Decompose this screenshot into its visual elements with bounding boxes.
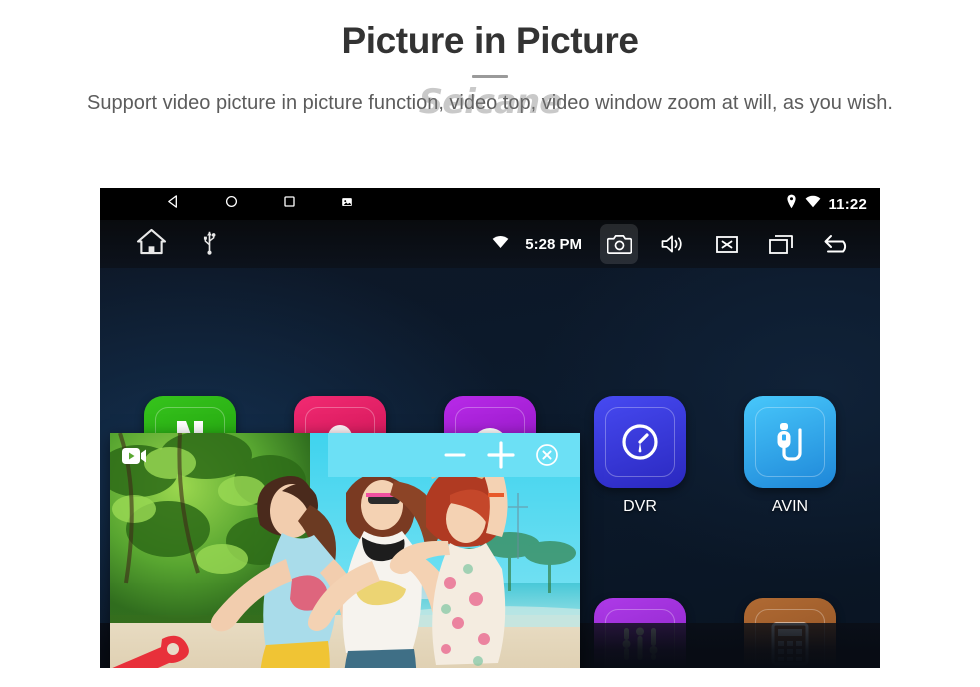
volume-icon[interactable] [654, 224, 692, 264]
car-head-unit-screen: 11:22 5:28 PM DVR AVIN [100, 188, 880, 668]
app-label: AVIN [771, 498, 809, 515]
back-arrow-icon[interactable] [816, 224, 860, 264]
app-cell-dvr[interactable]: DVR [562, 396, 718, 516]
recents-square-icon[interactable] [282, 194, 297, 214]
back-triangle-icon[interactable] [166, 194, 181, 214]
page-title: Picture in Picture [341, 20, 639, 61]
status-clock: 11:22 [828, 195, 867, 213]
camera-icon[interactable] [600, 224, 638, 264]
app-desktop: Netflix SiriusXM Wheelkey Study DVR [100, 268, 880, 668]
android-status-bar: 11:22 [100, 188, 880, 220]
home-icon[interactable] [136, 228, 167, 260]
page-header: Picture in Picture Support video picture… [0, 0, 980, 122]
pip-zoom-in-button[interactable] [478, 433, 524, 477]
toolbar-time: 5:28 PM [525, 235, 582, 253]
usb-icon[interactable] [203, 229, 216, 260]
wifi-icon [805, 195, 821, 213]
pip-zoom-out-button[interactable] [432, 433, 478, 477]
app-toolbar: 5:28 PM [100, 220, 880, 268]
app-cell-avin[interactable]: AVIN [712, 396, 868, 516]
mute-x-icon[interactable] [708, 224, 746, 264]
screenshot-icon[interactable] [340, 195, 354, 214]
windows-stack-icon[interactable] [762, 224, 800, 264]
video-camera-icon[interactable] [121, 445, 147, 467]
pip-video-window[interactable]: Seicane [110, 433, 580, 668]
app-label: DVR [623, 498, 657, 515]
title-divider [472, 75, 508, 79]
location-pin-icon [785, 194, 798, 214]
home-circle-icon[interactable] [224, 194, 239, 214]
dvr-gauge-icon[interactable] [594, 396, 686, 488]
pip-header [110, 433, 580, 477]
avin-plug-icon[interactable] [744, 396, 836, 488]
page-subtitle: Support video picture in picture functio… [87, 92, 893, 115]
toolbar-wifi-icon [492, 235, 509, 254]
close-circle-icon[interactable] [524, 433, 570, 477]
